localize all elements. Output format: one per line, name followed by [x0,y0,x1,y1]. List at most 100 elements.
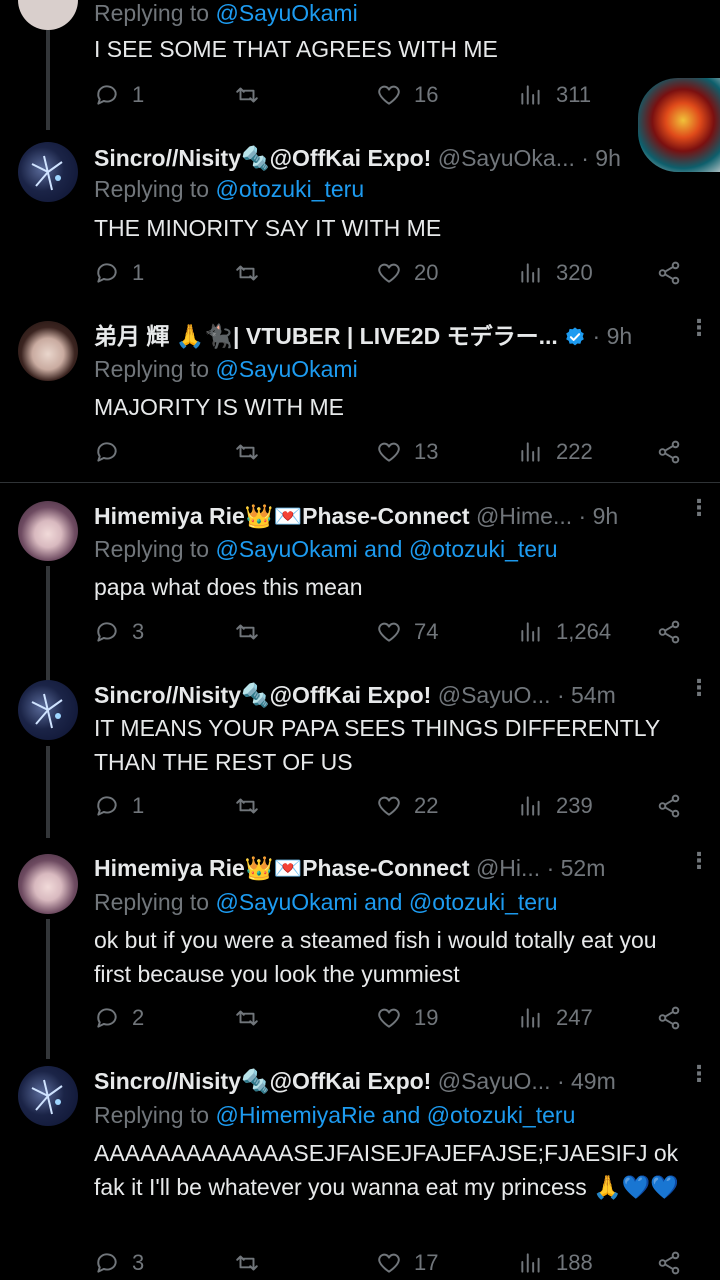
tweet-header: Himemiya Rie👑💌Phase-Connect @Hime... · 9… [94,501,666,531]
retweet-button[interactable] [234,78,260,112]
like-button[interactable]: 20 [376,256,438,290]
avatar[interactable] [18,1066,78,1126]
tweet-text: THE MINORITY SAY IT WITH ME [94,215,442,241]
share-button[interactable] [656,435,682,469]
like-count: 22 [414,793,439,818]
avatar-art [31,1079,63,1115]
like-button[interactable]: 16 [376,78,438,112]
like-button[interactable]: 19 [376,1001,438,1035]
handle[interactable]: @Hi... [476,855,540,881]
like-button[interactable]: 74 [376,615,438,649]
mention-link[interactable]: @SayuOkami [215,0,357,26]
like-button[interactable]: 22 [376,789,438,823]
reply-count: 1 [132,260,145,285]
timestamp[interactable]: · 54m [557,682,616,708]
more-options-icon[interactable]: ⋮ [688,1063,710,1085]
mention-link[interactable]: @otozuki_teru [215,176,364,202]
avatar[interactable] [18,501,78,561]
retweet-icon [236,624,258,640]
share-button[interactable] [656,789,682,823]
views-button[interactable]: 320 [518,256,593,290]
avatar[interactable] [18,142,78,202]
avatar[interactable] [18,854,78,914]
tweet-header: Sincro//Nisity🔩@OffKai Expo! @SayuOka...… [94,143,636,173]
timestamp[interactable]: · 49m [557,1068,616,1094]
tweet[interactable]: Sincro//Nisity🔩@OffKai Expo! @SayuOka...… [0,140,720,300]
mention-link[interactable]: @SayuOkami and @otozuki_teru [215,536,557,562]
views-button[interactable]: 1,264 [518,615,611,649]
reply-button[interactable]: 3 [94,1246,144,1280]
share-button[interactable] [656,256,682,290]
like-button[interactable]: 13 [376,435,438,469]
display-name[interactable]: Sincro//Nisity🔩@OffKai Expo! [94,682,431,708]
views-button[interactable]: 239 [518,789,593,823]
retweet-button[interactable] [234,256,260,290]
retweet-button[interactable] [234,1001,260,1035]
more-options-icon[interactable]: ⋮ [688,677,710,699]
mention-link[interactable]: @SayuOkami [215,356,357,382]
more-options-icon[interactable]: ⋮ [688,317,710,339]
tweet-actions: 3 74 1,264 [94,615,694,649]
views-button[interactable]: 247 [518,1001,593,1035]
heart-icon [378,1008,400,1028]
like-button[interactable]: 17 [376,1246,438,1280]
mention-link[interactable]: @SayuOkami and @otozuki_teru [215,889,557,915]
avatar[interactable] [18,680,78,740]
share-button[interactable] [656,1001,682,1035]
tweet-text: I SEE SOME THAT AGREES WITH ME [94,36,498,62]
more-options-icon[interactable]: ⋮ [688,850,710,872]
handle[interactable]: @Hime... [476,503,572,529]
avatar[interactable] [18,0,78,30]
share-button[interactable] [656,615,682,649]
display-name[interactable]: Sincro//Nisity🔩@OffKai Expo! [94,145,431,171]
timestamp[interactable]: · 9h [593,323,633,349]
share-button[interactable] [656,1246,682,1280]
reply-button[interactable]: 1 [94,78,144,112]
view-count: 247 [556,1005,593,1030]
reply-button[interactable]: 1 [94,789,144,823]
reply-count: 1 [132,82,145,107]
retweet-button[interactable] [234,615,260,649]
display-name[interactable]: Himemiya Rie👑💌Phase-Connect [94,855,470,881]
display-name[interactable]: Himemiya Rie👑💌Phase-Connect [94,503,470,529]
reply-icon [97,442,117,462]
tweet[interactable]: Sincro//Nisity🔩@OffKai Expo! @SayuO... ·… [0,1063,720,1275]
reply-button[interactable]: 2 [94,1001,144,1035]
tweet[interactable]: 弟月 輝 🙏🐈‍⬛| VTUBER | LIVE2D モデラー... · 9h … [0,317,720,480]
avatar[interactable] [18,321,78,381]
like-count: 13 [414,439,439,464]
heart-icon [378,1253,400,1273]
reply-button[interactable] [94,435,120,469]
views-button[interactable]: 222 [518,435,593,469]
display-name[interactable]: Sincro//Nisity🔩@OffKai Expo! [94,1068,431,1094]
reply-button[interactable]: 1 [94,256,144,290]
view-count: 311 [556,82,592,107]
timestamp[interactable]: · 9h [579,503,619,529]
more-options-icon[interactable]: ⋮ [688,497,710,519]
handle[interactable]: @SayuO... [438,682,551,708]
reply-button[interactable]: 3 [94,615,144,649]
views-button[interactable]: 188 [518,1246,593,1280]
tweet-text: papa what does this mean [94,574,363,600]
tweet[interactable]: Himemiya Rie👑💌Phase-Connect @Hi... · 52m… [0,850,720,1059]
tweet[interactable]: Replying to @SayuOkami I SEE SOME THAT A… [0,0,720,130]
tweet-header: Sincro//Nisity🔩@OffKai Expo! @SayuO... ·… [94,680,666,710]
handle[interactable]: @SayuO... [438,1068,551,1094]
handle[interactable]: @SayuOka... [438,145,575,171]
tweet-actions: 13 222 [94,435,694,469]
heart-icon [378,442,400,462]
thread-line [46,919,50,1059]
timestamp[interactable]: · 52m [547,855,606,881]
mention-link[interactable]: @HimemiyaRie and @otozuki_teru [215,1102,575,1128]
retweet-button[interactable] [234,435,260,469]
tweet[interactable]: Himemiya Rie👑💌Phase-Connect @Hime... · 9… [0,497,720,682]
tweet-text: MAJORITY IS WITH ME [94,394,345,420]
heart-icon [378,263,400,283]
retweet-button[interactable] [234,789,260,823]
views-button[interactable]: 311 [518,78,591,112]
retweet-button[interactable] [234,1246,260,1280]
tweet[interactable]: Sincro//Nisity🔩@OffKai Expo! @SayuO... ·… [0,677,720,838]
display-name[interactable]: 弟月 輝 🙏🐈‍⬛| VTUBER | LIVE2D モデラー... [94,323,558,349]
thread-line [46,746,50,838]
timestamp[interactable]: · 9h [581,145,621,171]
